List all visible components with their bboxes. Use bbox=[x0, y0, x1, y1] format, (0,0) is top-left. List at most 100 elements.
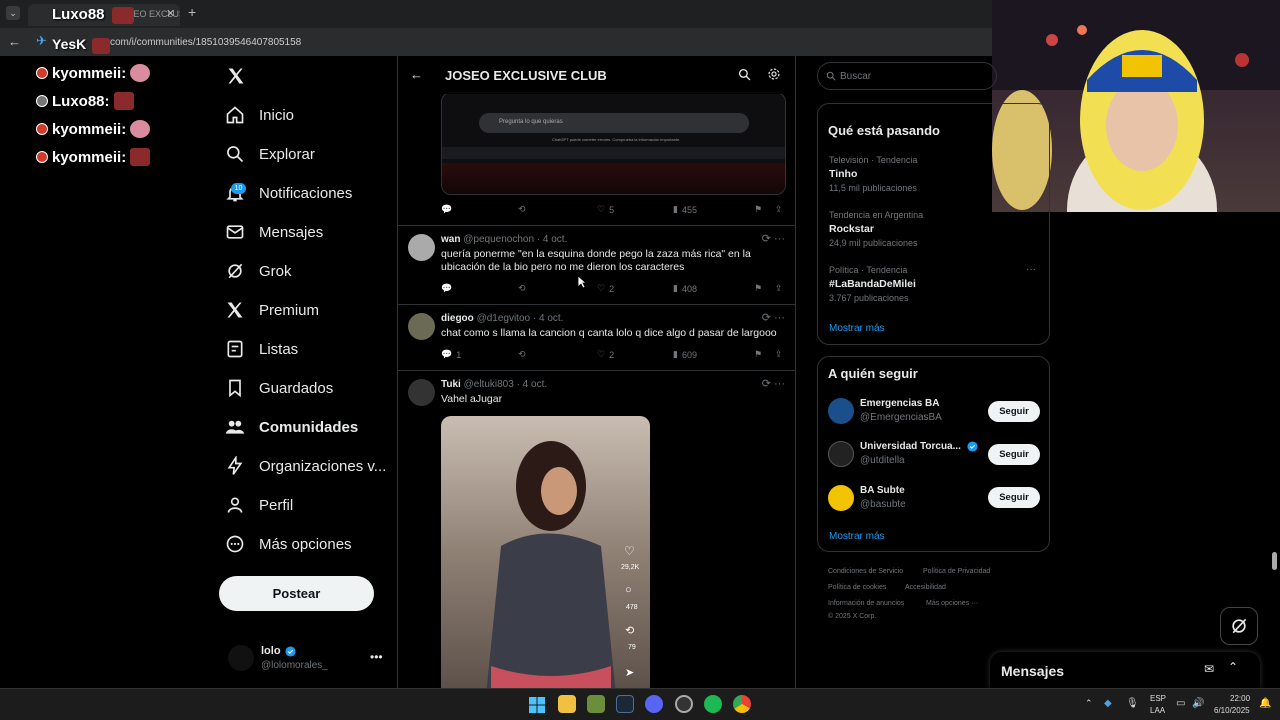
app-icon[interactable] bbox=[675, 695, 693, 713]
footer-link[interactable]: Condiciones de Servicio bbox=[828, 568, 903, 575]
gear-icon[interactable] bbox=[767, 67, 781, 81]
nav-item-profile[interactable]: Perfil bbox=[225, 495, 293, 515]
chrome-icon[interactable] bbox=[733, 695, 751, 713]
tweet-handle[interactable]: @pequenochon bbox=[463, 234, 534, 245]
nav-item-home[interactable]: Inicio bbox=[225, 105, 294, 125]
new-message-icon[interactable]: ✉ bbox=[1204, 662, 1214, 676]
footer-link[interactable]: Más opciones ··· bbox=[926, 600, 978, 607]
expand-chevron-icon[interactable]: ⌃ bbox=[1228, 660, 1238, 674]
back-arrow-icon[interactable]: ← bbox=[410, 67, 423, 82]
follow-button[interactable]: Seguir bbox=[988, 444, 1040, 465]
windows-start-icon[interactable] bbox=[529, 697, 545, 713]
reply-button[interactable]: 💬 1 bbox=[441, 349, 461, 360]
video-repost-icon[interactable]: ⟲ bbox=[625, 624, 634, 637]
clock-date[interactable]: 6/10/2025 bbox=[1214, 706, 1250, 715]
follow-name[interactable]: Universidad Torcua... bbox=[860, 441, 961, 452]
tab-close-icon[interactable]: ✕ bbox=[166, 7, 175, 20]
language-layout[interactable]: LAA bbox=[1150, 706, 1165, 715]
follow-name[interactable]: BA Subte bbox=[860, 485, 905, 496]
tweet-author[interactable]: diegoo bbox=[441, 313, 474, 324]
tweet[interactable]: wan @pequenochon · 4 oct. ⟳ ··· quería p… bbox=[398, 226, 795, 305]
like-button[interactable]: ♡ 2 bbox=[597, 283, 614, 294]
video-comment-icon[interactable]: ○ bbox=[625, 584, 632, 596]
network-icon[interactable]: ▭ bbox=[1176, 698, 1185, 709]
post-button[interactable]: Postear bbox=[219, 576, 374, 611]
tweet-image[interactable]: Pregunta lo que quieras ChatGPT puede co… bbox=[441, 92, 786, 195]
avatar[interactable] bbox=[228, 645, 254, 671]
language-code[interactable]: ESP bbox=[1150, 694, 1166, 703]
tweet-handle[interactable]: @d1egvitoo bbox=[477, 313, 531, 324]
follow-handle[interactable]: @utditella bbox=[860, 455, 905, 466]
nav-item-communities[interactable]: Comunidades bbox=[225, 417, 358, 437]
tweet[interactable]: Tuki @eltuki803 · 4 oct. ⟳ ··· Vahel aJu… bbox=[398, 371, 795, 688]
avatar[interactable] bbox=[408, 313, 435, 340]
trends-show-more[interactable]: Mostrar más bbox=[829, 323, 885, 334]
tweet-handle[interactable]: @eltuki803 bbox=[464, 379, 514, 390]
avatar[interactable] bbox=[828, 441, 854, 467]
follow-name[interactable]: Emergencias BA bbox=[860, 398, 939, 409]
steam-icon[interactable] bbox=[616, 695, 634, 713]
share-icon[interactable]: ⇪ bbox=[775, 204, 783, 215]
microphone-icon[interactable]: 🎙 bbox=[1126, 698, 1139, 709]
trend-name[interactable]: Rockstar bbox=[829, 223, 874, 235]
footer-link[interactable]: Política de cookies bbox=[828, 584, 886, 591]
nav-item-messages[interactable]: Mensajes bbox=[225, 222, 323, 242]
video-share-icon[interactable]: ➤ bbox=[625, 666, 634, 679]
discord-icon[interactable] bbox=[645, 695, 663, 713]
tweet-date[interactable]: · 4 oct. bbox=[533, 313, 564, 324]
bookmark-icon[interactable]: ⚑ bbox=[754, 204, 762, 215]
tweet-author[interactable]: wan bbox=[441, 234, 460, 245]
back-arrow-icon[interactable]: ← bbox=[8, 34, 21, 49]
url-text[interactable]: com/i/communities/1851039546407805158 bbox=[110, 37, 301, 48]
tab-list-button[interactable]: ⌄ bbox=[6, 6, 20, 20]
avatar[interactable] bbox=[408, 379, 435, 406]
avatar[interactable] bbox=[828, 485, 854, 511]
footer-link[interactable]: Accesibilidad bbox=[905, 584, 946, 591]
nav-item-lists[interactable]: Listas bbox=[225, 339, 298, 359]
file-explorer-icon[interactable] bbox=[558, 695, 576, 713]
tweet-date[interactable]: · 4 oct. bbox=[517, 379, 548, 390]
nav-item-more[interactable]: Más opciones bbox=[225, 534, 352, 554]
avatar[interactable] bbox=[408, 234, 435, 261]
tweet-date[interactable]: · 4 oct. bbox=[537, 234, 568, 245]
account-name-row[interactable]: lolo bbox=[261, 645, 296, 657]
reply-icon[interactable]: 💬 bbox=[441, 283, 452, 294]
follow-show-more[interactable]: Mostrar más bbox=[829, 531, 885, 542]
video-like-icon[interactable]: ♡ bbox=[624, 544, 635, 558]
account-more-icon[interactable]: ••• bbox=[370, 650, 383, 664]
share-icon[interactable]: ⇪ bbox=[775, 349, 783, 360]
tweet-more-icon[interactable]: ⟳ ··· bbox=[762, 232, 785, 245]
like-button[interactable]: ♡ 2 bbox=[597, 349, 614, 360]
trend-name[interactable]: Tinho bbox=[829, 168, 857, 180]
follow-button[interactable]: Seguir bbox=[988, 401, 1040, 422]
tweet-video[interactable]: ♡ 29,2K ○ 478 ⟲ 79 ➤ bbox=[441, 416, 650, 688]
bookmark-icon[interactable]: ⚑ bbox=[754, 283, 762, 294]
messages-drawer[interactable]: Mensajes ✉ ⌃ bbox=[990, 652, 1260, 688]
tray-app-icon[interactable]: ◆ bbox=[1104, 698, 1112, 709]
nav-item-bookmarks[interactable]: Guardados bbox=[225, 378, 333, 398]
tweet-more-icon[interactable]: ⟳ ··· bbox=[762, 377, 785, 390]
bookmark-icon[interactable]: ⚑ bbox=[754, 349, 762, 360]
volume-icon[interactable]: 🔊 bbox=[1192, 698, 1204, 709]
avatar[interactable] bbox=[828, 398, 854, 424]
tweet-author[interactable]: Tuki bbox=[441, 379, 461, 390]
trend-more-icon[interactable]: ··· bbox=[1026, 264, 1036, 275]
notification-center-icon[interactable]: 🔔 bbox=[1259, 698, 1271, 709]
nav-item-organizations[interactable]: Organizaciones v... bbox=[225, 456, 386, 476]
spotify-icon[interactable] bbox=[704, 695, 722, 713]
grok-button[interactable] bbox=[1220, 607, 1258, 645]
views-button[interactable]: ▮ 408 bbox=[673, 283, 697, 294]
views-button[interactable]: ▮ 609 bbox=[673, 349, 697, 360]
app-icon[interactable] bbox=[587, 695, 605, 713]
site-info-icon[interactable]: ✈ bbox=[36, 33, 47, 49]
repost-icon[interactable]: ⟲ bbox=[518, 283, 526, 294]
tweet[interactable]: diegoo @d1egvitoo · 4 oct. ⟳ ··· chat co… bbox=[398, 305, 795, 371]
share-icon[interactable]: ⇪ bbox=[775, 283, 783, 294]
follow-handle[interactable]: @EmergenciasBA bbox=[860, 412, 942, 423]
clock-time[interactable]: 22:00 bbox=[1230, 694, 1250, 703]
search-input[interactable]: Buscar bbox=[817, 62, 997, 90]
trend-name[interactable]: #LaBandaDeMilei bbox=[829, 278, 916, 290]
nav-item-explore[interactable]: Explorar bbox=[225, 144, 315, 164]
like-button[interactable]: ♡ 5 bbox=[597, 204, 614, 215]
footer-link[interactable]: Política de Privacidad bbox=[923, 568, 990, 575]
